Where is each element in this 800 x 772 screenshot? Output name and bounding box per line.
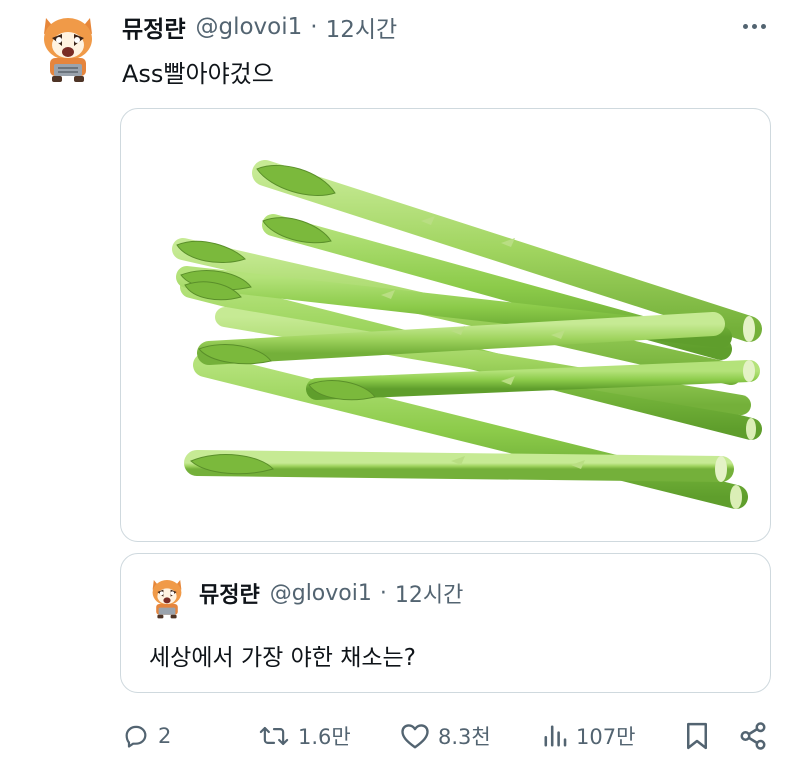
quoted-avatar[interactable] [149,576,185,620]
quoted-tweet[interactable]: 뮤정랸 @glovoi1 · 12시간 세상에서 가장 야한 채소는? [120,553,771,693]
quoted-tweet-header: 뮤정랸 @glovoi1 · 12시간 [199,577,463,609]
share-button[interactable] [738,712,768,760]
tweet-action-bar: 2 1.6만 8.3천 107만 [0,712,800,760]
bookmark-icon [687,722,707,750]
more-dot-icon [751,23,757,29]
tweet-text: Ass빨아야겄으 [122,60,274,88]
quoted-author-handle[interactable]: @glovoi1 [270,581,372,606]
like-button[interactable]: 8.3천 [400,712,491,760]
author-handle[interactable]: @glovoi1 [195,14,302,40]
more-dot-icon [760,23,766,29]
tweet-timestamp[interactable]: 12시간 [326,10,398,44]
views-icon [544,725,567,747]
red-panda-avatar-icon [152,580,182,619]
separator-dot: · [379,580,387,606]
like-count: 8.3천 [438,725,491,749]
bookmark-button[interactable] [684,712,710,760]
author-name[interactable]: 뮤정랸 [122,10,185,44]
more-dot-icon [742,23,748,29]
more-options-button[interactable] [736,14,772,38]
quoted-tweet-text: 세상에서 가장 야한 채소는? [149,645,416,671]
share-icon [740,722,766,750]
heart-icon [401,724,429,749]
quoted-tweet-timestamp[interactable]: 12시간 [395,577,463,609]
tweet-header: 뮤정랸 @glovoi1 · 12시간 [122,10,398,44]
views-count: 107만 [576,725,636,749]
quoted-author-name[interactable]: 뮤정랸 [199,577,260,609]
retweet-button[interactable]: 1.6만 [258,712,351,760]
tweet-media[interactable] [120,108,771,542]
reply-count: 2 [158,724,172,748]
separator-dot: · [310,14,318,40]
retweet-count: 1.6만 [298,725,351,749]
avatar[interactable] [38,12,98,84]
red-panda-avatar-icon [44,18,92,82]
reply-icon [125,725,147,748]
retweet-icon [259,726,289,746]
reply-button[interactable]: 2 [122,712,171,760]
asparagus-photo [172,160,762,509]
views-button[interactable]: 107만 [542,712,635,760]
